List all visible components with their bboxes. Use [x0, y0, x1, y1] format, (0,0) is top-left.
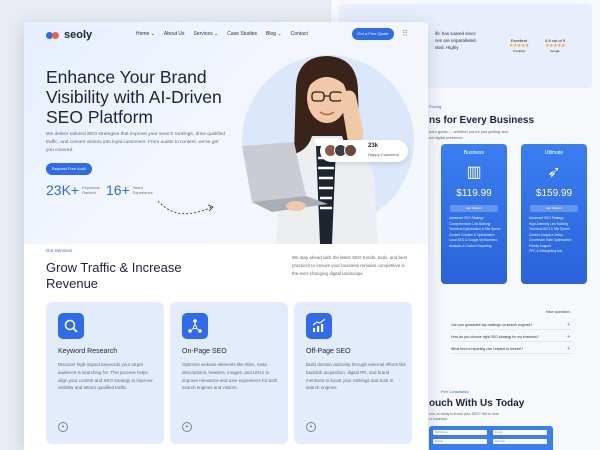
logo-text: seoly — [64, 29, 93, 41]
network-icon — [182, 313, 208, 339]
plus-icon[interactable]: + — [306, 422, 316, 432]
full-name-field[interactable]: Full Name — [433, 430, 487, 435]
badge-caption: Happy Cusomers — [368, 152, 399, 157]
phone-field[interactable]: Phone — [433, 439, 487, 444]
services-subtitle: Our Services — [46, 248, 73, 253]
plan-features: Advanced SEO Strategy Comprehensive Link… — [449, 216, 501, 248]
card-desc: Build domain authority through external … — [306, 362, 406, 391]
badge-count: 23k — [368, 143, 379, 149]
pricing-title: ns for Every Business — [429, 115, 535, 126]
contact-title: ouch With Us Today — [429, 398, 525, 409]
nav-item-home[interactable]: Home ⌄ — [136, 31, 155, 37]
nav-item-blog[interactable]: Blog ⌄ — [266, 31, 282, 37]
service-card-offpage[interactable]: Off-Page SEO Build domain authority thro… — [294, 302, 412, 444]
services-title: Grow Traffic & Increase Revenue — [46, 260, 182, 291]
plus-icon[interactable]: + — [182, 422, 192, 432]
avatar — [344, 144, 357, 157]
contact-desc: ons, or ready to boost your SEO? We're h… — [429, 412, 499, 421]
services-description: We stay ahead with the latest SEO trends… — [292, 255, 407, 276]
get-started-button[interactable]: Get Started — [450, 205, 498, 212]
rating-trustpilot: Excellent ★★★★★ Trustpilot — [509, 38, 529, 53]
testimonial-text: ific has soared since ces are unparallel… — [435, 31, 477, 50]
plan-card-business: Business ▥ $119.99 Get Started Advanced … — [441, 144, 507, 284]
nav-item-services[interactable]: Services ⌄ — [194, 31, 219, 37]
chart-icon: ▥ — [466, 164, 482, 181]
rating-google: 4.8 out of 5 ★★★★★ Google — [545, 38, 566, 53]
faq-item[interactable]: How do you choose right SEO strategy for… — [451, 332, 572, 342]
nav-item-about[interactable]: About Us — [164, 31, 185, 37]
service-card-keyword[interactable]: Keyword Research Discover high-impact ke… — [46, 302, 164, 444]
happy-customers-badge: 23k Happy Cusomers — [320, 140, 408, 162]
hero-title: Enhance Your Brand Visibility with AI-Dr… — [46, 67, 222, 127]
service-card-onpage[interactable]: On-Page SEO Optimize website elements li… — [170, 302, 288, 444]
stat-keywords: 23K+ Keywords Ranked — [46, 182, 100, 198]
growth-chart-icon — [306, 313, 332, 339]
plus-icon[interactable]: + — [58, 422, 68, 432]
card-desc: Optimize website elements like titles, m… — [182, 362, 278, 391]
contact-form: Full Name Email Phone Website — [429, 426, 553, 450]
card-title: Off-Page SEO — [306, 348, 351, 355]
dashed-arrow-icon — [157, 200, 214, 215]
hero-description: We deliver tailored SEO strategies that … — [46, 132, 226, 154]
nav-item-contact[interactable]: Contact — [291, 31, 308, 37]
nav-item-case-studies[interactable]: Case Studies — [227, 31, 257, 37]
grid-menu-icon[interactable]: ⠿ — [402, 30, 408, 38]
logo-dot-icon — [52, 31, 59, 39]
card-title: Keyword Research — [58, 348, 118, 355]
faq-header: Have questions — [545, 310, 570, 314]
main-nav: Home ⌄ About Us Services ⌄ Case Studies … — [136, 31, 308, 37]
free-quote-button[interactable]: Get a Free Quote — [352, 28, 394, 40]
contact-subtitle: Free Consultation — [441, 390, 469, 394]
get-started-button[interactable]: Get Started — [530, 205, 578, 212]
card-desc: Discover high-impact keywords your targe… — [58, 362, 153, 391]
rocket-icon: ➶ — [547, 164, 561, 181]
pricing-desc: your goals — whether you're just getting… — [429, 129, 509, 140]
main-page: seoly Home ⌄ About Us Services ⌄ Case St… — [24, 22, 428, 450]
request-audit-button[interactable]: Request Free Audit — [46, 163, 92, 175]
search-icon — [58, 313, 84, 339]
card-title: On-Page SEO — [182, 348, 227, 355]
hero-section: seoly Home ⌄ About Us Services ⌄ Case St… — [24, 22, 428, 244]
email-field[interactable]: Email — [493, 430, 547, 435]
faq-item[interactable]: What kind of reporting can I expect to r… — [451, 344, 572, 354]
plan-card-ultimate: Ultimate ➶ $159.99 Get Started Advanced … — [521, 144, 587, 284]
stat-years: 16+ Years Experience — [106, 182, 153, 198]
faq-item[interactable]: Can you guarantee top rankings on search… — [451, 320, 572, 330]
plan-features: Advanced SEO Strategy High-Authority Lin… — [529, 216, 572, 253]
website-field[interactable]: Website — [493, 439, 547, 444]
logo[interactable]: seoly — [46, 29, 92, 41]
pricing-subtitle: Pricing — [429, 104, 442, 109]
